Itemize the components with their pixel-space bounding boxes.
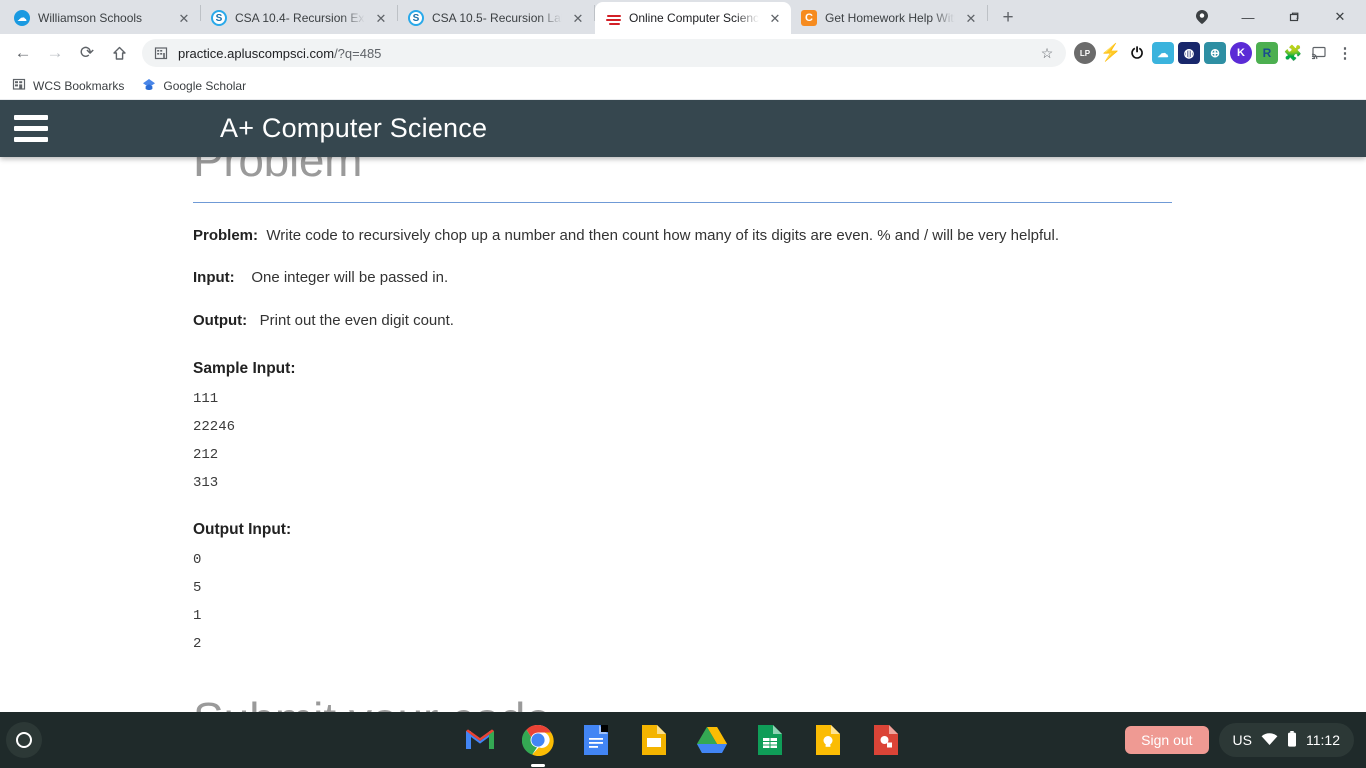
input-paragraph: Input: One integer will be passed in. bbox=[193, 268, 1366, 288]
tab-close-icon[interactable]: ✕ bbox=[570, 10, 586, 26]
maximize-button[interactable] bbox=[1272, 1, 1316, 33]
folder-icon bbox=[12, 77, 26, 94]
google-slides-app[interactable] bbox=[637, 723, 671, 757]
bookmark-star-icon[interactable]: ☆ bbox=[1034, 40, 1060, 66]
output-input-value: 1 bbox=[193, 608, 202, 625]
tab-close-icon[interactable]: ✕ bbox=[373, 10, 389, 26]
schoology-icon bbox=[211, 10, 227, 26]
scholar-icon bbox=[142, 77, 156, 94]
site-info-icon[interactable] bbox=[154, 46, 168, 60]
window-controls: — ✕ bbox=[1180, 0, 1366, 34]
cloud-icon bbox=[14, 10, 30, 26]
google-sheets-app[interactable] bbox=[753, 723, 787, 757]
navy-extension-icon[interactable]: ◍ bbox=[1178, 42, 1200, 64]
kami-extension-icon[interactable]: K bbox=[1230, 42, 1252, 64]
browser-tab-chegg[interactable]: Get Homework Help With Cheg ✕ bbox=[791, 2, 987, 34]
browser-window: Williamson Schools ✕ CSA 10.4- Recursion… bbox=[0, 0, 1366, 712]
url-path: /?q=485 bbox=[334, 45, 382, 61]
home-icon[interactable] bbox=[104, 38, 134, 68]
tab-close-icon[interactable]: ✕ bbox=[176, 10, 192, 26]
browser-tab-online-computer-science-practice[interactable]: Online Computer Science Prac ✕ bbox=[595, 2, 791, 34]
extensions-row: LP ⚡ ⏻ ☁ ◍ ⊕ K R 🧩 ⋮ bbox=[1074, 42, 1358, 64]
tab-strip: Williamson Schools ✕ CSA 10.4- Recursion… bbox=[0, 0, 1366, 34]
bookmark-google-scholar[interactable]: Google Scholar bbox=[142, 77, 246, 94]
cast-icon[interactable] bbox=[1308, 42, 1330, 64]
output-input-heading: Output Input: bbox=[193, 521, 292, 539]
chrome-menu-icon[interactable]: ⋮ bbox=[1334, 42, 1356, 64]
tab-close-icon[interactable]: ✕ bbox=[767, 10, 783, 26]
site-brand-title: A+ Computer Science bbox=[220, 113, 488, 143]
output-label: Output: bbox=[193, 311, 248, 329]
submit-your-code-heading: Submit your code bbox=[193, 694, 1366, 712]
google-docs-app[interactable] bbox=[579, 723, 613, 757]
sample-input-value: 111 bbox=[193, 391, 219, 408]
output-input-value: 2 bbox=[193, 636, 202, 653]
schoology-icon bbox=[408, 10, 424, 26]
back-icon[interactable]: ← bbox=[8, 38, 38, 68]
tab-title: CSA 10.5- Recursion Lab | Scho bbox=[432, 11, 562, 25]
docs-icon bbox=[584, 725, 608, 755]
power-extension-icon[interactable]: ⏻ bbox=[1126, 42, 1148, 64]
output-text: Print out the even digit count. bbox=[259, 311, 454, 329]
lastpass-extension-icon[interactable]: LP bbox=[1074, 42, 1096, 64]
google-drive-app[interactable] bbox=[695, 723, 729, 757]
address-bar[interactable]: practice.apluscompsci.com/?q=485 ☆ bbox=[142, 39, 1066, 67]
grammarly-extension-icon[interactable]: ⚡ bbox=[1100, 42, 1122, 64]
browser-tab-williamson-schools[interactable]: Williamson Schools ✕ bbox=[4, 2, 200, 34]
site-header: A+ Computer Science bbox=[0, 100, 1366, 157]
red-app[interactable] bbox=[869, 723, 903, 757]
apluscompsci-icon bbox=[605, 10, 621, 26]
tab-title: Get Homework Help With Cheg bbox=[825, 11, 955, 25]
output-input-value: 5 bbox=[193, 580, 202, 597]
gmail-app[interactable] bbox=[463, 723, 497, 757]
tab-title: Online Computer Science Prac bbox=[629, 11, 759, 25]
readworks-extension-icon[interactable]: R bbox=[1256, 42, 1278, 64]
input-text: One integer will be passed in. bbox=[251, 269, 449, 287]
tab-close-icon[interactable]: ✕ bbox=[963, 10, 979, 26]
problem-text: Write code to recursively chop up a numb… bbox=[266, 226, 1060, 244]
web-page: A+ Computer Science Problem Problem: Wri… bbox=[0, 100, 1366, 712]
sample-input-heading: Sample Input: bbox=[193, 360, 296, 378]
sample-input-value: 313 bbox=[193, 475, 219, 492]
chromeos-shelf: Sign out US 11:12 bbox=[0, 712, 1366, 768]
close-window-button[interactable]: ✕ bbox=[1318, 1, 1362, 33]
sample-input-value: 212 bbox=[193, 447, 219, 464]
title-rule bbox=[193, 201, 1172, 203]
url-text: practice.apluscompsci.com/?q=485 bbox=[178, 46, 381, 61]
tab-separator bbox=[987, 5, 988, 21]
bookmark-label: Google Scholar bbox=[163, 78, 247, 93]
bookmark-wcs-bookmarks[interactable]: WCS Bookmarks bbox=[12, 77, 124, 94]
problem-label: Problem: bbox=[193, 226, 259, 244]
browser-tab-csa-10-5[interactable]: CSA 10.5- Recursion Lab | Scho ✕ bbox=[398, 2, 594, 34]
bookmark-label: WCS Bookmarks bbox=[33, 78, 125, 93]
browser-toolbar: ← → ⟳ practice.apluscompsci.com/?q=485 ☆… bbox=[0, 34, 1366, 72]
google-keep-app[interactable] bbox=[811, 723, 845, 757]
new-tab-button[interactable]: + bbox=[994, 3, 1022, 31]
minimize-button[interactable]: — bbox=[1226, 1, 1270, 33]
reload-icon[interactable]: ⟳ bbox=[72, 38, 102, 68]
bookmarks-bar: WCS Bookmarks Google Scholar bbox=[0, 72, 1366, 100]
url-domain: practice.apluscompsci.com bbox=[178, 45, 335, 61]
cloud-extension-icon[interactable]: ☁ bbox=[1152, 42, 1174, 64]
problem-paragraph: Problem: Write code to recursively chop … bbox=[193, 226, 1366, 246]
page-content: Problem Problem: Write code to recursive… bbox=[0, 135, 1366, 712]
chrome-app[interactable] bbox=[521, 723, 555, 757]
tab-title: Williamson Schools bbox=[38, 11, 143, 25]
hamburger-menu-icon[interactable] bbox=[14, 115, 48, 142]
extensions-puzzle-icon[interactable]: 🧩 bbox=[1282, 42, 1304, 64]
tab-title: CSA 10.4- Recursion Examples bbox=[235, 11, 365, 25]
chegg-icon bbox=[801, 10, 817, 26]
output-paragraph: Output: Print out the even digit count. bbox=[193, 311, 1366, 331]
sample-input-value: 22246 bbox=[193, 419, 236, 436]
shelf-app-list bbox=[0, 723, 1366, 757]
forward-icon[interactable]: → bbox=[40, 38, 70, 68]
profile-icon[interactable] bbox=[1180, 1, 1224, 33]
browser-tab-csa-10-4[interactable]: CSA 10.4- Recursion Examples ✕ bbox=[201, 2, 397, 34]
input-label: Input: bbox=[193, 269, 235, 287]
globe-extension-icon[interactable]: ⊕ bbox=[1204, 42, 1226, 64]
output-input-value: 0 bbox=[193, 552, 202, 569]
